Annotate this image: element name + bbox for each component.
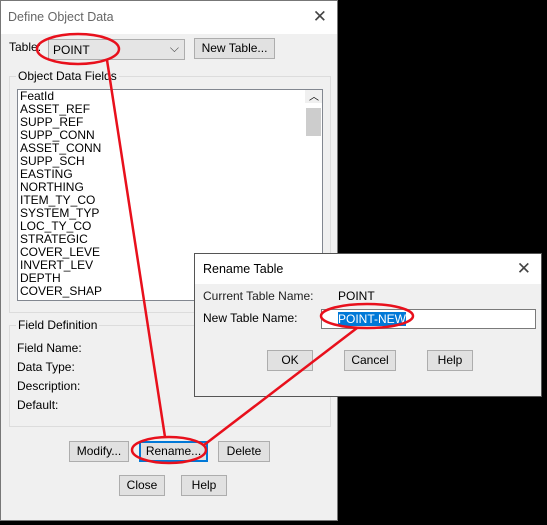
group-label: Field Definition — [16, 318, 100, 332]
chevron-down-icon: ⌵ — [169, 41, 179, 55]
scroll-up-icon[interactable]: ︿ — [309, 91, 319, 104]
help-button[interactable]: Help — [181, 475, 227, 496]
cancel-button[interactable]: Cancel — [344, 350, 396, 371]
close-icon[interactable]: ✕ — [313, 7, 327, 27]
table-select-value: POINT — [53, 43, 90, 57]
scrollbar[interactable]: ︿ — [305, 90, 322, 136]
scroll-thumb[interactable] — [306, 108, 321, 136]
dialog-title: Define Object Data — [8, 10, 114, 24]
group-label: Object Data Fields — [16, 69, 119, 83]
default-label: Default: — [17, 398, 59, 412]
data-type-label: Data Type: — [17, 360, 75, 374]
title-bar: Rename Table ✕ — [195, 254, 541, 284]
table-label: Table: — [9, 40, 42, 54]
selected-text: POINT-NEW — [338, 312, 406, 326]
dialog-title: Rename Table — [203, 262, 284, 276]
new-name-label: New Table Name: — [203, 311, 298, 325]
new-table-button[interactable]: New Table... — [194, 38, 275, 59]
close-button[interactable]: Close — [119, 475, 165, 496]
current-name-value: POINT — [338, 289, 375, 303]
description-label: Description: — [17, 379, 81, 393]
rename-button[interactable]: Rename... — [139, 441, 208, 462]
modify-button[interactable]: Modify... — [69, 441, 129, 462]
help-button[interactable]: Help — [427, 350, 473, 371]
close-icon[interactable]: ✕ — [517, 259, 531, 279]
title-bar: Define Object Data ✕ — [1, 1, 337, 34]
rename-table-dialog: Rename Table ✕ Current Table Name: POINT … — [194, 253, 542, 397]
table-select[interactable]: POINT ⌵ — [48, 39, 185, 60]
current-name-label: Current Table Name: — [203, 289, 314, 303]
field-name-label: Field Name: — [17, 341, 82, 355]
new-name-input[interactable]: POINT-NEW — [321, 309, 536, 329]
delete-button[interactable]: Delete — [218, 441, 270, 462]
ok-button[interactable]: OK — [267, 350, 313, 371]
